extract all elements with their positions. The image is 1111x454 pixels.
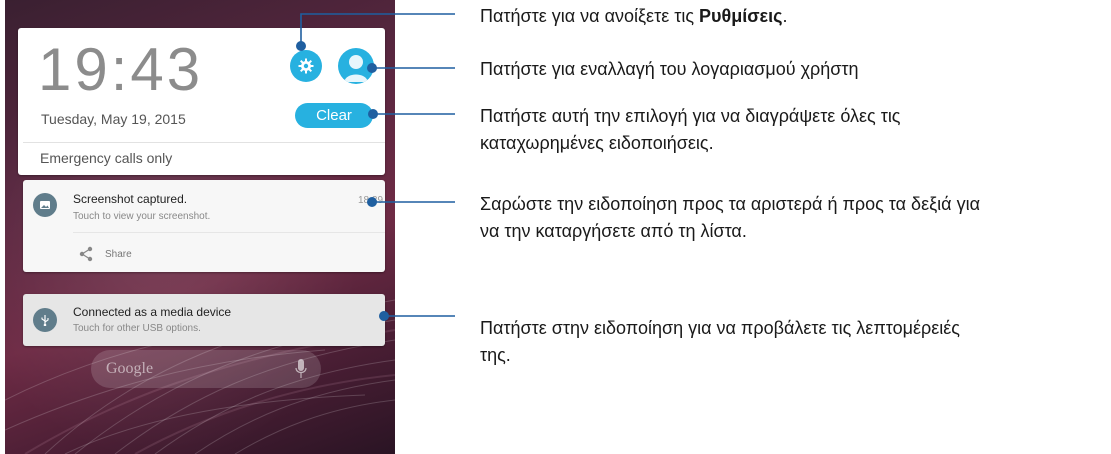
share-action-label[interactable]: Share bbox=[105, 249, 132, 260]
notification-icon bbox=[33, 308, 57, 332]
date: Tuesday, May 19, 2015 bbox=[41, 111, 186, 127]
share-icon[interactable] bbox=[79, 246, 93, 262]
usb-icon bbox=[41, 315, 49, 326]
notification-subtitle: Touch for other USB options. bbox=[73, 323, 201, 334]
callout-clear: Πατήστε αυτή την επιλογή για να διαγράψε… bbox=[480, 103, 901, 157]
callout-settings-suffix: . bbox=[782, 6, 788, 26]
settings-button[interactable] bbox=[290, 50, 322, 82]
notification-screenshot[interactable]: Screenshot captured. Touch to view your … bbox=[23, 180, 385, 272]
callout-tap-line2: της. bbox=[480, 345, 511, 365]
mic-icon[interactable] bbox=[295, 358, 307, 380]
clock: 19:43 bbox=[38, 36, 204, 103]
notification-divider bbox=[73, 232, 385, 233]
notification-time: 18:39 bbox=[358, 195, 384, 206]
user-avatar-button[interactable] bbox=[338, 48, 374, 84]
callout-settings: Πατήστε για να ανοίξετε τις Ρυθμίσεις. bbox=[480, 3, 787, 30]
image-icon bbox=[40, 201, 50, 209]
gear-icon bbox=[298, 58, 314, 74]
callout-swipe: Σαρώστε την ειδοποίηση προς τα αριστερά … bbox=[480, 191, 980, 245]
notification-usb[interactable]: Connected as a media device Touch for ot… bbox=[23, 294, 385, 346]
notification-icon bbox=[33, 193, 57, 217]
callout-swipe-line2: να την καταργήσετε από τη λίστα. bbox=[480, 221, 747, 241]
phone-screen: 19:43 Tuesday, May 19, 2015 Clear Emerge… bbox=[5, 0, 395, 454]
callout-swipe-line1: Σαρώστε την ειδοποίηση προς τα αριστερά … bbox=[480, 194, 980, 214]
callout-tap-line1: Πατήστε στην ειδοποίηση για να προβάλετε… bbox=[480, 318, 960, 338]
emergency-calls-text: Emergency calls only bbox=[40, 150, 173, 166]
notification-subtitle: Touch to view your screenshot. bbox=[73, 211, 211, 222]
notification-title: Screenshot captured. bbox=[73, 192, 188, 206]
callout-clear-line2: καταχωρημένες ειδοποιήσεις. bbox=[480, 133, 714, 153]
clear-button[interactable]: Clear bbox=[295, 103, 373, 128]
user-icon bbox=[344, 55, 368, 82]
callout-tap: Πατήστε στην ειδοποίηση για να προβάλετε… bbox=[480, 315, 960, 369]
callout-settings-bold: Ρυθμίσεις bbox=[699, 6, 783, 26]
callout-clear-line1: Πατήστε αυτή την επιλογή για να διαγράψε… bbox=[480, 106, 901, 126]
callout-switch-user: Πατήστε για εναλλαγή του λογαριασμού χρή… bbox=[480, 59, 859, 79]
callout-settings-text: Πατήστε για να ανοίξετε τις bbox=[480, 6, 700, 26]
notification-title: Connected as a media device bbox=[73, 305, 232, 319]
google-search-placeholder: Google bbox=[106, 360, 154, 377]
header-divider bbox=[23, 142, 385, 143]
